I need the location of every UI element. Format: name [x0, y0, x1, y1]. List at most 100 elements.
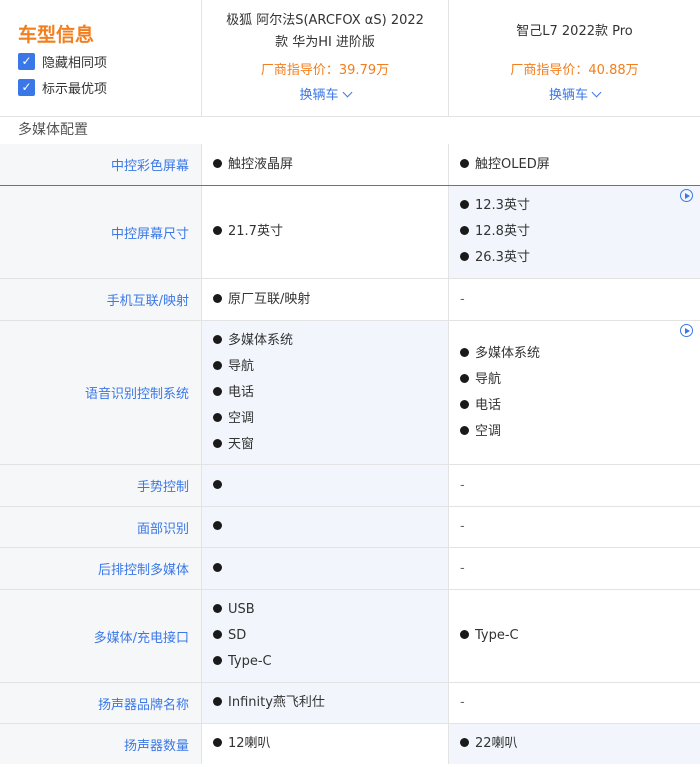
hide-same-option[interactable]: ✓ 隐藏相同项	[18, 52, 108, 71]
value-item: 天窗	[213, 432, 448, 458]
spec-label: 中控屏幕尺寸	[0, 186, 201, 278]
value-item: 触控OLED屏	[460, 152, 700, 178]
value-item	[213, 473, 448, 499]
bullet-dot-icon	[213, 412, 222, 422]
hide-same-label: 隐藏相同项	[42, 55, 108, 71]
spec-value-b: 触控OLED屏	[448, 144, 700, 185]
row-separator-highlight	[0, 185, 700, 186]
bullet-dot-icon	[213, 521, 222, 530]
value-item: 空调	[460, 419, 700, 445]
check-icon[interactable]: ✓	[18, 78, 35, 96]
value-item: 12.8英寸	[460, 219, 700, 245]
spec-value-a: Infinity燕飞利仕	[201, 683, 448, 723]
value-item: Type-C	[213, 649, 448, 675]
spec-label: 中控彩色屏幕	[0, 144, 201, 185]
value-item	[213, 514, 448, 540]
spec-value-b: 12.3英寸 12.8英寸 26.3英寸	[448, 186, 700, 278]
bullet-dot-icon	[213, 386, 222, 396]
car-header: 车型信息 ✓ 隐藏相同项 ✓ 标示最优项 极狐 阿尔法S(ARCFOX αS) …	[0, 0, 700, 117]
value-item: SD	[213, 623, 448, 649]
bullet-dot-icon	[460, 226, 469, 235]
page-title: 车型信息	[18, 24, 95, 46]
spec-value-a: 12喇叭	[201, 724, 448, 764]
bullet-dot-icon	[213, 656, 222, 665]
chevron-down-icon	[591, 87, 602, 98]
spec-row: 面部识别 -	[0, 507, 700, 548]
bullet-dot-icon	[213, 226, 222, 235]
spec-value-a: 多媒体系统 导航 电话 空调 天窗	[201, 321, 448, 464]
value-item: 多媒体系统	[460, 341, 700, 367]
bullet-dot-icon	[213, 479, 222, 489]
bullet-dot-icon	[213, 562, 222, 572]
value-item: 22喇叭	[460, 731, 700, 757]
spec-row: 多媒体/充电接口 USB SD Type-C Type-C	[0, 590, 700, 683]
spec-row: 语音识别控制系统 多媒体系统 导航 电话 空调 天窗 多媒体系统 导航 电话 空…	[0, 321, 700, 465]
bullet-dot-icon	[213, 738, 222, 747]
car-name-line2: 款 华为HI 进阶版	[275, 35, 375, 50]
bullet-dot-icon	[460, 200, 469, 209]
spec-value-b: Type-C	[448, 590, 700, 682]
spec-value-b: -	[448, 548, 700, 589]
play-icon[interactable]	[680, 189, 693, 202]
spec-value-a	[201, 507, 448, 547]
spec-row: 中控屏幕尺寸 21.7英寸 12.3英寸 12.8英寸 26.3英寸	[0, 186, 700, 279]
car-name-line1: 智己L7 2022款 Pro	[516, 24, 633, 39]
change-car-button[interactable]: 换辆车	[202, 84, 448, 103]
mark-best-label: 标示最优项	[42, 81, 108, 97]
value-item: 导航	[460, 367, 700, 393]
spec-value-a: 触控液晶屏	[201, 144, 448, 185]
bullet-dot-icon	[460, 630, 469, 639]
bullet-dot-icon	[213, 334, 222, 344]
spec-row: 扬声器数量 12喇叭 22喇叭	[0, 724, 700, 764]
spec-value-b: -	[448, 507, 700, 547]
spec-row: 扬声器品牌名称 Infinity燕飞利仕 -	[0, 683, 700, 724]
value-item: USB	[213, 597, 448, 623]
value-item: 触控液晶屏	[213, 152, 448, 178]
bullet-dot-icon	[460, 347, 469, 357]
spec-value-a	[201, 548, 448, 589]
empty-value: -	[460, 519, 465, 534]
bullet-dot-icon	[213, 697, 222, 706]
spec-value-a	[201, 465, 448, 506]
spec-value-a: 21.7英寸	[201, 186, 448, 278]
change-car-label: 换辆车	[548, 88, 588, 103]
bullet-dot-icon	[460, 252, 469, 261]
bullet-dot-icon	[460, 373, 469, 383]
bullet-dot-icon	[213, 604, 222, 613]
value-item: 导航	[213, 354, 448, 380]
car-name: 极狐 阿尔法S(ARCFOX αS) 2022 款 华为HI 进阶版	[202, 10, 448, 54]
car-price: 厂商指导价：39.79万	[260, 63, 390, 78]
empty-value: -	[460, 695, 465, 710]
change-car-button[interactable]: 换辆车	[449, 84, 700, 103]
car-price: 厂商指导价：40.88万	[510, 63, 639, 78]
spec-value-b: -	[448, 683, 700, 723]
bullet-dot-icon	[213, 360, 222, 370]
value-item: 电话	[213, 380, 448, 406]
car-name: 智己L7 2022款 Pro	[449, 21, 700, 43]
car-column-2: 智己L7 2022款 Pro 厂商指导价：40.88万 换辆车	[448, 0, 700, 117]
value-item: 空调	[213, 406, 448, 432]
value-item: 电话	[460, 393, 700, 419]
value-item: 12.3英寸	[460, 193, 700, 219]
bullet-dot-icon	[213, 293, 222, 303]
bullet-dot-icon	[213, 630, 222, 639]
spec-value-b: -	[448, 279, 700, 320]
play-icon[interactable]	[680, 324, 693, 337]
spec-value-a: USB SD Type-C	[201, 590, 448, 682]
bullet-dot-icon	[460, 738, 469, 747]
check-icon[interactable]: ✓	[18, 52, 35, 70]
value-item: 多媒体系统	[213, 328, 448, 354]
spec-label: 后排控制多媒体	[0, 548, 201, 589]
mark-best-option[interactable]: ✓ 标示最优项	[18, 78, 108, 97]
bullet-dot-icon	[213, 158, 222, 168]
value-item: 原厂互联/映射	[213, 287, 448, 313]
section-title: 多媒体配置	[18, 122, 88, 138]
spec-label: 多媒体/充电接口	[0, 590, 201, 682]
bullet-dot-icon	[460, 399, 469, 409]
spec-label: 语音识别控制系统	[0, 321, 201, 464]
bullet-dot-icon	[460, 425, 469, 435]
empty-value: -	[460, 477, 465, 493]
empty-value: -	[460, 291, 465, 307]
value-item: 21.7英寸	[213, 219, 448, 245]
spec-row: 手势控制 -	[0, 465, 700, 507]
